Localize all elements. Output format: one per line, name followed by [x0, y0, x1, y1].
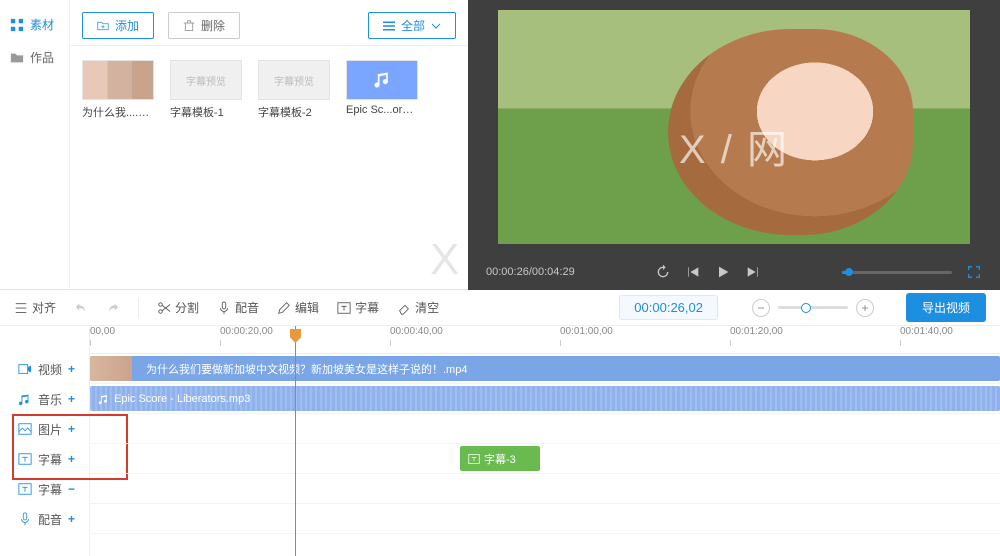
zoom-out-button[interactable]: − — [752, 299, 770, 317]
microphone-icon — [18, 512, 32, 526]
track-labels: 视频+ 音乐+ 图片+ 字幕+ 字幕− 配音+ — [0, 326, 90, 556]
undo-button[interactable] — [74, 301, 88, 315]
microphone-icon — [217, 301, 231, 315]
align-tool[interactable]: 对齐 — [14, 299, 56, 316]
current-timecode: 00:00:26,02 — [619, 295, 718, 320]
subtitle-clip[interactable]: 字幕-3 — [460, 446, 540, 471]
redo-button[interactable] — [106, 301, 120, 315]
music-note-icon — [18, 392, 32, 406]
track-label-voice[interactable]: 配音+ — [0, 504, 89, 534]
eraser-icon — [397, 301, 411, 315]
assets-grid: 为什么我....mp4 字幕预览 字幕模板-1 字幕预览 字幕模板-2 Epic… — [70, 46, 468, 134]
undo-icon — [74, 301, 88, 315]
text-box-icon — [18, 482, 32, 496]
subtitle-track-2[interactable] — [90, 474, 1000, 504]
rotate-icon[interactable] — [655, 264, 671, 280]
track-label-subtitle[interactable]: 字幕+ — [0, 444, 89, 474]
split-tool[interactable]: 分割 — [157, 299, 199, 316]
fullscreen-icon[interactable] — [966, 264, 982, 280]
preview-panel: X / 网 00:00:26/00:04:29 — [468, 0, 1000, 290]
preview-viewport[interactable]: X / 网 — [498, 10, 970, 244]
music-icon — [372, 70, 392, 90]
sidebar-tab-assets[interactable]: 素材 — [0, 8, 69, 41]
audio-thumbnail — [346, 60, 418, 100]
track-label-audio[interactable]: 音乐+ — [0, 384, 89, 414]
timeline-ruler[interactable]: 00,00 00:00:20,00 00:00:40,00 00:01:00,0… — [90, 326, 1000, 354]
redo-icon — [106, 301, 120, 315]
sidebar: 素材 作品 — [0, 0, 70, 289]
subtitle-track[interactable]: 字幕-3 — [90, 444, 1000, 474]
image-icon — [18, 422, 32, 436]
pencil-icon — [277, 301, 291, 315]
zoom-slider[interactable] — [778, 306, 848, 309]
track-label-subtitle-2[interactable]: 字幕− — [0, 474, 89, 504]
align-icon — [14, 301, 28, 315]
watermark: X / 网 — [679, 117, 789, 175]
chevron-down-icon — [431, 21, 441, 31]
asset-item[interactable]: 字幕预览 字幕模板-1 — [170, 60, 242, 120]
sidebar-tab-label: 作品 — [30, 49, 54, 66]
preview-timecode: 00:00:26/00:04:29 — [486, 266, 575, 278]
prev-frame-icon[interactable] — [685, 264, 701, 280]
add-folder-icon — [97, 20, 109, 32]
text-box-icon — [468, 453, 480, 465]
next-frame-icon[interactable] — [745, 264, 761, 280]
track-label-video[interactable]: 视频+ — [0, 354, 89, 384]
subtitle-template-thumbnail: 字幕预览 — [258, 60, 330, 100]
list-icon — [383, 20, 395, 32]
scissors-icon — [157, 301, 171, 315]
volume-slider[interactable] — [842, 271, 952, 274]
clear-tool[interactable]: 清空 — [397, 299, 439, 316]
text-box-icon — [337, 301, 351, 315]
video-icon — [18, 362, 32, 376]
zoom-control: − + — [752, 299, 874, 317]
dub-tool[interactable]: 配音 — [217, 299, 259, 316]
add-button[interactable]: 添加 — [82, 12, 154, 39]
playhead[interactable] — [295, 326, 296, 556]
timeline-toolbar: 对齐 分割 配音 编辑 字幕 清空 00:00:26,02 − + 导出视频 — [0, 290, 1000, 326]
video-track[interactable]: 为什么我们要做新加坡中文视频？新加坡美女是这样子说的！.mp4 — [90, 354, 1000, 384]
folder-icon — [10, 51, 24, 65]
filter-button[interactable]: 全部 — [368, 12, 456, 39]
sidebar-tab-works[interactable]: 作品 — [0, 41, 69, 74]
asset-item[interactable]: 为什么我....mp4 — [82, 60, 154, 120]
sidebar-tab-label: 素材 — [30, 16, 54, 33]
trash-icon — [183, 20, 195, 32]
edit-tool[interactable]: 编辑 — [277, 299, 319, 316]
image-track[interactable] — [90, 414, 1000, 444]
asset-item[interactable]: 字幕预览 字幕模板-2 — [258, 60, 330, 120]
voice-track[interactable] — [90, 504, 1000, 534]
zoom-in-button[interactable]: + — [856, 299, 874, 317]
asset-item[interactable]: Epic Sc...ors.mp3 — [346, 60, 418, 120]
play-icon[interactable] — [715, 264, 731, 280]
grid-icon — [10, 18, 24, 32]
video-clip[interactable]: 为什么我们要做新加坡中文视频？新加坡美女是这样子说的！.mp4 — [90, 356, 1000, 381]
export-button[interactable]: 导出视频 — [906, 293, 986, 322]
delete-button[interactable]: 删除 — [168, 12, 240, 39]
text-box-icon — [18, 452, 32, 466]
timeline-tracks[interactable]: 00,00 00:00:20,00 00:00:40,00 00:01:00,0… — [90, 326, 1000, 556]
audio-clip[interactable]: Epic Score - Liberators.mp3 — [90, 386, 1000, 411]
track-label-image[interactable]: 图片+ — [0, 414, 89, 444]
audio-track[interactable]: Epic Score - Liberators.mp3 — [90, 384, 1000, 414]
subtitle-template-thumbnail: 字幕预览 — [170, 60, 242, 100]
subtitle-tool[interactable]: 字幕 — [337, 299, 379, 316]
video-thumbnail — [82, 60, 154, 100]
